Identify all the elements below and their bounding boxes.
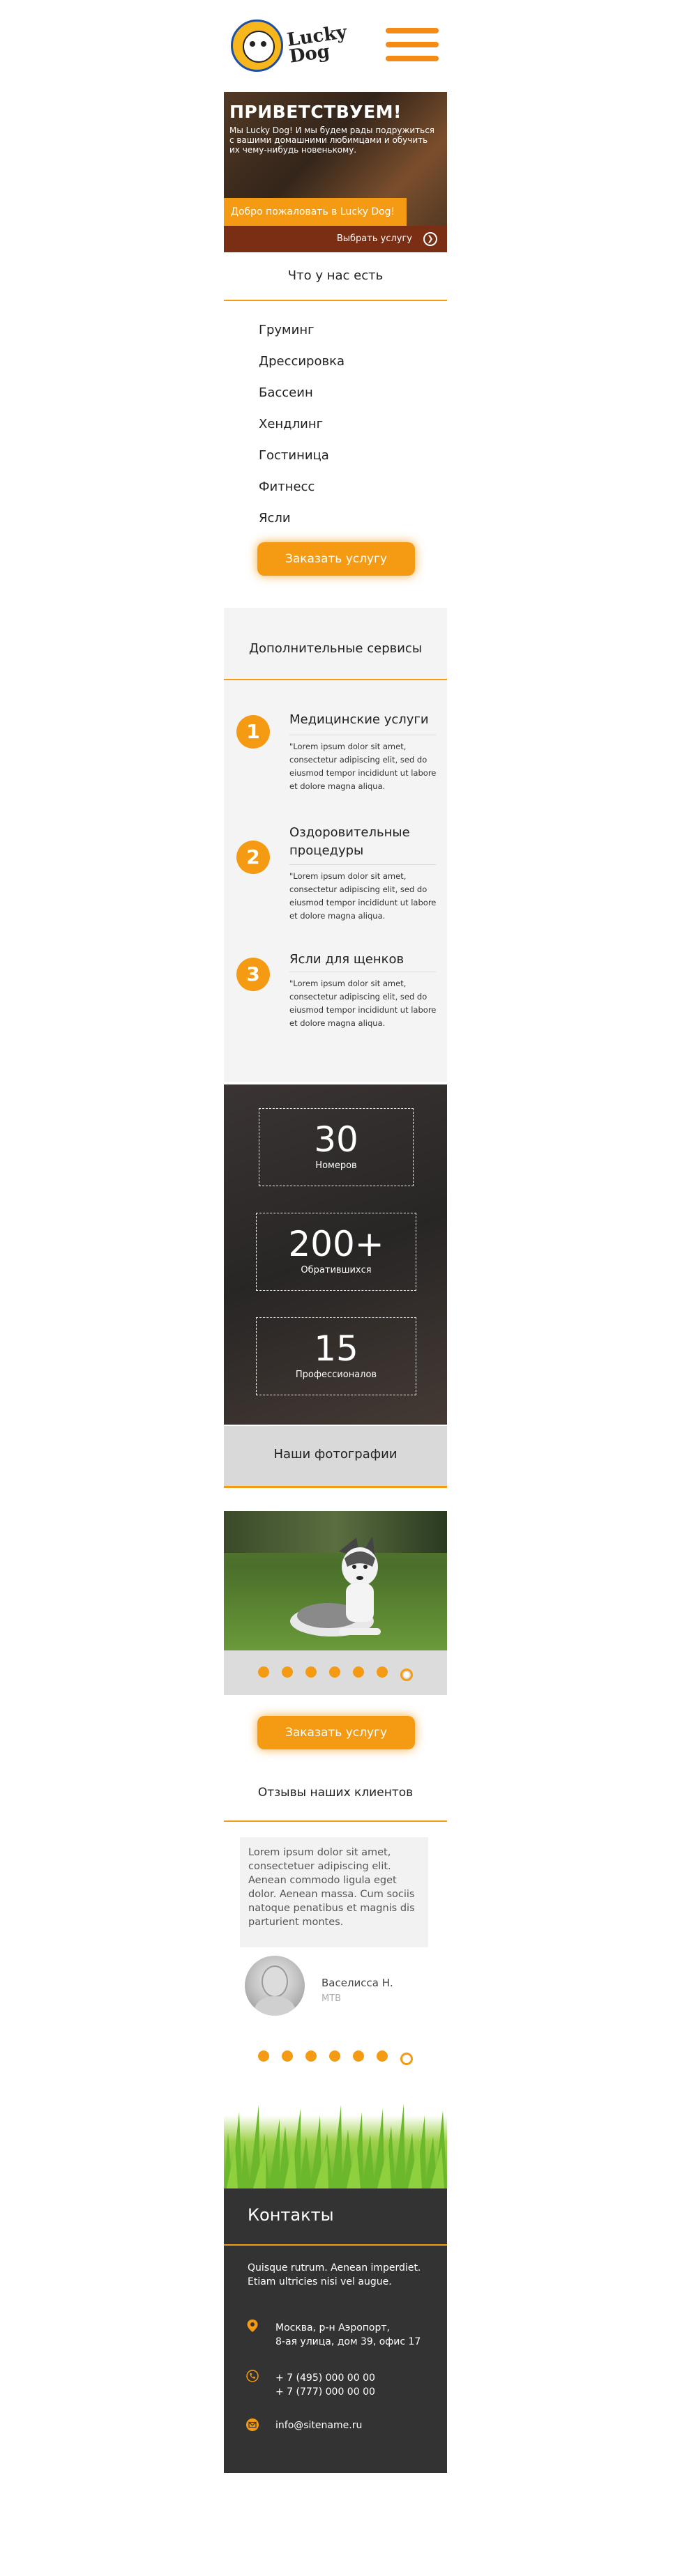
grass-decoration [224,2084,447,2188]
number-badge: 3 [236,958,270,991]
hero-welcome-banner: Добро пожаловать в Lucky Dog! [224,198,407,226]
stats-section: 30 Номеров 200+ Обратившихся 15 Професси… [224,1084,447,1425]
services-list: Груминг Дрессировка Бассеин Хендлинг Гос… [259,319,345,539]
contact-email[interactable]: info@sitename.ru [275,2418,362,2432]
hero-title: ПРИВЕТСТВУЕМ! [229,102,402,122]
reviewer-name: Васелисса Н. [321,1977,393,1989]
divider [224,1820,447,1822]
extra-service-item: 3 Ясли для щенков "Lorem ipsum dolor sit… [224,951,447,1055]
slider-dot[interactable] [282,2050,293,2062]
extra-service-desc: "Lorem ipsum dolor sit amet, consectetur… [289,871,437,921]
avatar [245,1956,305,2016]
service-item[interactable]: Хендлинг [259,413,345,445]
number-badge: 2 [236,841,270,874]
address-line: Москва, р-н Аэропорт, [275,2322,390,2333]
husky-photo [290,1536,381,1636]
photos-title: Наши фотографии [273,1447,398,1462]
extra-service-item: 1 Медицинские услуги "Lorem ipsum dolor … [224,711,447,815]
divider [224,300,447,301]
contact-address: Москва, р-н Аэропорт, 8-ая улица, дом 39… [275,2321,421,2349]
slider-dot[interactable] [329,1666,340,1678]
extra-service-item: 2 Оздоровительные процедуры "Lorem ipsum… [224,824,447,942]
stat-label: Номеров [315,1160,357,1171]
stat-label: Профессионалов [295,1370,377,1380]
service-item[interactable]: Фитнесс [259,476,345,507]
contact-phones: + 7 (495) 000 00 00 + 7 (777) 000 00 00 [275,2371,375,2399]
order-service-button[interactable]: Заказать услугу [257,542,415,576]
stat-box: 30 Номеров [259,1108,414,1186]
hero-banner: ПРИВЕТСТВУЕМ! Мы Lucky Dog! И мы будем р… [224,92,447,252]
site-header: Lucky Dog [224,0,447,91]
phone-number[interactable]: + 7 (777) 000 00 00 [275,2385,375,2399]
address-line: 8-ая улица, дом 39, офис 17 [275,2336,421,2347]
divider [224,679,447,680]
extra-service-name[interactable]: Медицинские услуги [289,711,436,729]
choose-service-link[interactable]: Выбрать услугу [337,226,412,252]
logo-text[interactable]: Lucky Dog [286,22,350,67]
order-service-button[interactable]: Заказать услугу [257,1716,415,1749]
additional-services-section: Дополнительные сервисы 1 Медицинские усл… [224,608,447,1082]
slider-dot[interactable] [258,1666,269,1678]
reviews-title: Отзывы наших клиентов [257,1786,414,1800]
slider-dot[interactable] [353,2050,364,2062]
phone-icon [246,2370,259,2382]
review-slider-dots [224,2050,447,2065]
slider-dot[interactable] [377,1666,388,1678]
additional-services-title: Дополнительные сервисы [248,641,423,656]
slider-dot[interactable] [305,1666,317,1678]
number-badge: 1 [236,715,270,749]
reviews-section: Заказать услугу Отзывы наших клиентов Lo… [224,1695,447,2084]
hamburger-menu-icon[interactable] [386,28,439,61]
stat-number: 200+ [288,1224,384,1264]
stat-label: Обратившихся [301,1265,372,1275]
slider-dot-active[interactable] [400,2052,413,2065]
stat-number: 15 [314,1328,358,1369]
divider [224,1486,447,1488]
photos-header: Наши фотографии [224,1426,447,1486]
logo-icon[interactable] [231,20,283,72]
services-title: Что у нас есть [287,268,384,283]
hero-text: Мы Lucky Dog! И мы будем рады подружитьс… [229,125,435,155]
stat-box: 200+ Обратившихся [256,1213,416,1291]
slider-dot-active[interactable] [400,1668,413,1681]
slider-dot[interactable] [329,2050,340,2062]
contacts-intro: Quisque rutrum. Aenean imperdiet. Etiam … [248,2262,421,2287]
extra-service-name[interactable]: Ясли для щенков [289,951,436,969]
slider-dot[interactable] [258,2050,269,2062]
phone-number[interactable]: + 7 (495) 000 00 00 [275,2371,375,2385]
service-item[interactable]: Дрессировка [259,351,345,382]
contacts-title: Контакты [248,2205,334,2225]
slider-dot[interactable] [353,1666,364,1678]
services-section: Что у нас есть Груминг Дрессировка Бассе… [224,252,447,601]
divider [224,2244,447,2246]
extra-service-desc: "Lorem ipsum dolor sit amet, consectetur… [289,742,437,791]
slider-dot[interactable] [305,2050,317,2062]
slider-dot[interactable] [377,2050,388,2062]
contacts-section: Контакты Quisque rutrum. Aenean imperdie… [224,2188,447,2473]
photo-slider-dots [224,1650,447,1695]
service-item[interactable]: Гостиница [259,445,345,476]
photo-slide[interactable] [224,1511,447,1650]
review-text: Lorem ipsum dolor sit amet, consectetuer… [240,1837,428,1947]
stat-number: 30 [314,1119,358,1160]
extra-service-desc: "Lorem ipsum dolor sit amet, consectetur… [289,979,437,1028]
service-item[interactable]: Ясли [259,507,345,539]
arrow-right-icon[interactable]: ❯ [423,232,437,246]
service-item[interactable]: Бассеин [259,382,345,413]
reviewer-org: МТВ [321,1993,342,2004]
service-item[interactable]: Груминг [259,319,345,351]
location-pin-icon [246,2320,259,2332]
stat-box: 15 Профессионалов [256,1317,416,1395]
choose-service-bar[interactable]: Выбрать услугу ❯ [224,226,447,252]
email-icon [246,2418,259,2431]
extra-service-name[interactable]: Оздоровительные процедуры [289,824,436,860]
slider-dot[interactable] [282,1666,293,1678]
divider [289,864,436,865]
